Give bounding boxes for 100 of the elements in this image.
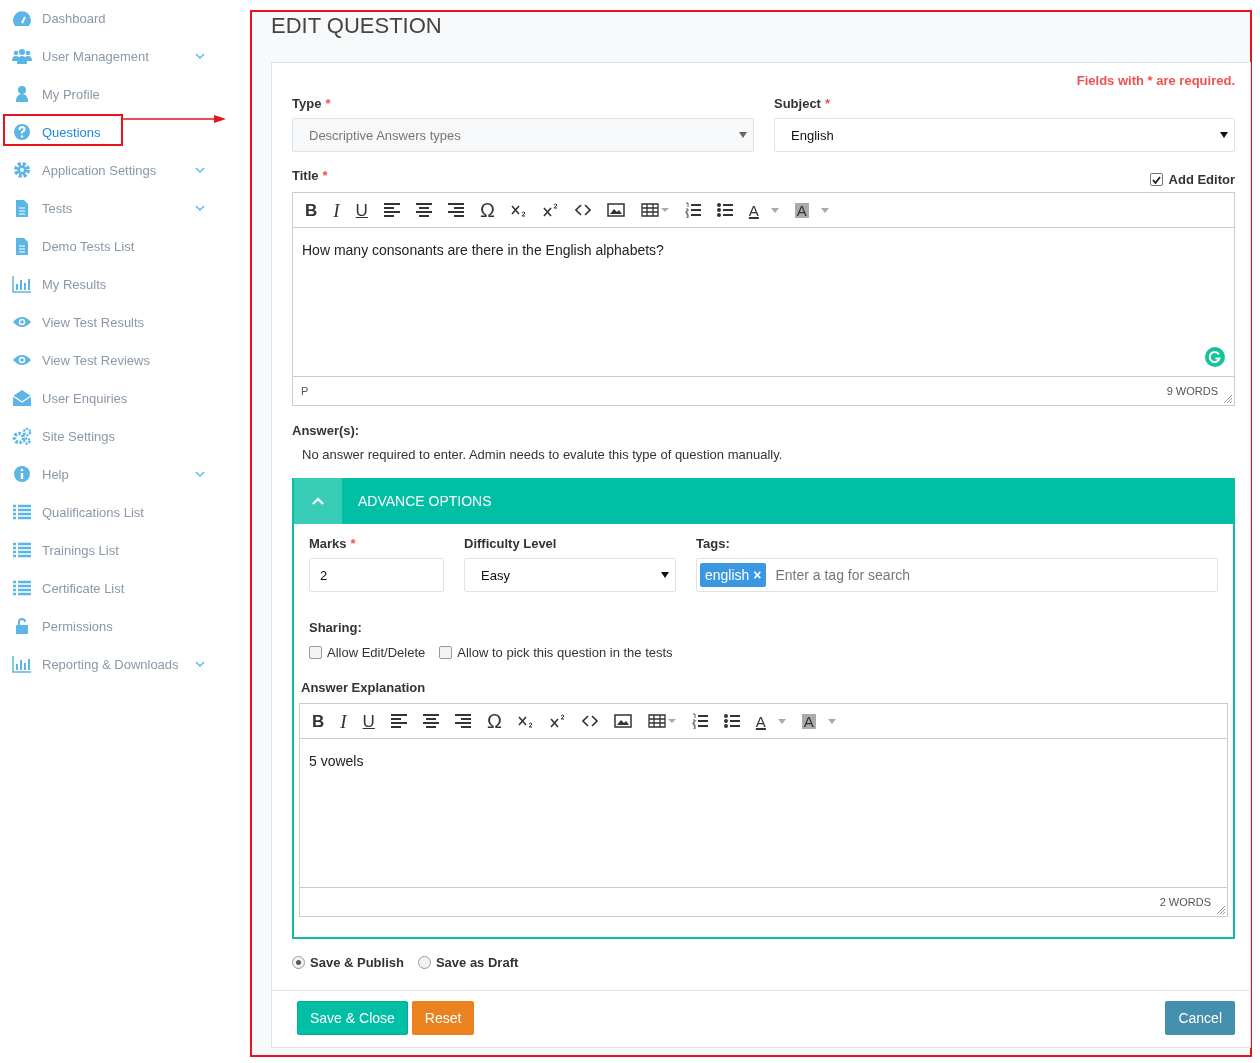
- italic-button[interactable]: I: [340, 711, 347, 731]
- checkbox[interactable]: [439, 646, 453, 659]
- bullet-list-icon[interactable]: [716, 202, 733, 218]
- align-left-icon[interactable]: [390, 714, 407, 728]
- bold-button[interactable]: B: [312, 712, 325, 730]
- chart-icon: [12, 275, 32, 293]
- sidebar-item[interactable]: Questions: [0, 113, 250, 151]
- sidebar-item[interactable]: User Enquiries: [0, 379, 250, 417]
- sidebar-item[interactable]: Qualifications List: [0, 493, 250, 531]
- background-color-button[interactable]: A: [794, 202, 809, 218]
- table-icon[interactable]: [647, 714, 676, 728]
- resize-handle-icon[interactable]: [1217, 906, 1225, 914]
- superscript-icon[interactable]: [542, 203, 559, 217]
- list-icon: [12, 503, 32, 521]
- required-mark: *: [350, 536, 356, 551]
- envelope-icon: [12, 389, 32, 407]
- sidebar-item[interactable]: View Test Reviews: [0, 341, 250, 379]
- sidebar-item[interactable]: My Results: [0, 265, 250, 303]
- dropdown-caret-icon: [739, 132, 747, 138]
- reset-button[interactable]: Reset: [411, 1001, 475, 1035]
- required-note: Fields with * are required.: [1075, 73, 1235, 88]
- info-icon: [12, 465, 32, 483]
- radio-button[interactable]: [417, 956, 431, 969]
- code-icon[interactable]: [581, 715, 598, 727]
- italic-button[interactable]: I: [333, 200, 340, 220]
- field-label: Type: [292, 96, 322, 111]
- underline-button[interactable]: U: [355, 201, 368, 219]
- align-right-icon[interactable]: [447, 203, 464, 217]
- chevron-down-icon: [195, 53, 205, 59]
- sidebar-item[interactable]: Help: [0, 455, 250, 493]
- field-label: Marks: [309, 536, 347, 551]
- answer-note: No answer required to enter. Admin needs to evalute this type of question manually.: [302, 447, 784, 462]
- required-mark: *: [824, 96, 831, 111]
- chevron-down-icon: [195, 471, 205, 477]
- cancel-button[interactable]: Cancel: [1165, 1001, 1235, 1035]
- bullet-list-icon[interactable]: [723, 713, 740, 729]
- radio-label: Save as Draft: [435, 955, 519, 970]
- sidebar-item[interactable]: Demo Tests List: [0, 227, 250, 265]
- special-character-button[interactable]: Ω: [479, 200, 495, 220]
- text-color-button[interactable]: A: [748, 202, 759, 218]
- subscript-icon[interactable]: [510, 203, 527, 217]
- sidebar-item[interactable]: View Test Results: [0, 303, 250, 341]
- numbered-list-icon[interactable]: [684, 202, 701, 218]
- editor-text: How many consonants are there in the English alphabets?: [302, 242, 664, 258]
- field-label: Answer Explanation: [301, 680, 427, 695]
- marks-input[interactable]: 2: [309, 558, 444, 592]
- radio-button[interactable]: [292, 956, 305, 969]
- image-icon[interactable]: [606, 203, 625, 217]
- sidebar-item[interactable]: User Management: [0, 37, 250, 75]
- chevron-down-icon: [195, 205, 205, 211]
- text-color-button[interactable]: A: [755, 713, 766, 729]
- subject-select[interactable]: English: [774, 118, 1235, 152]
- code-icon[interactable]: [574, 204, 591, 216]
- gears-icon: [12, 427, 32, 445]
- image-icon[interactable]: [613, 714, 632, 728]
- sidebar-item[interactable]: Certificate List: [0, 569, 250, 607]
- save-button[interactable]: Save & Close: [297, 1001, 408, 1035]
- required-mark: *: [325, 96, 331, 111]
- numbered-list-icon[interactable]: [691, 713, 708, 729]
- superscript-icon[interactable]: [549, 714, 566, 728]
- list-icon: [12, 579, 32, 597]
- tags-field[interactable]: english × Enter a tag for search: [696, 558, 1218, 592]
- align-right-icon[interactable]: [454, 714, 471, 728]
- field-label: Subject: [774, 96, 821, 111]
- sidebar-item[interactable]: Permissions: [0, 607, 250, 645]
- rich-text-editor[interactable]: B I U Ω A A 5 vowels 2 WORDS: [299, 703, 1228, 917]
- checkbox-label: Add Editor: [1168, 172, 1235, 187]
- align-left-icon[interactable]: [383, 203, 400, 217]
- section-label: Answer(s):: [292, 423, 361, 438]
- sidebar-item[interactable]: Reporting & Downloads: [0, 645, 250, 683]
- resize-handle-icon[interactable]: [1224, 395, 1232, 403]
- required-mark: *: [322, 168, 328, 183]
- checkbox[interactable]: [309, 646, 322, 659]
- element-path: P: [301, 385, 309, 397]
- underline-button[interactable]: U: [362, 712, 375, 730]
- subscript-icon[interactable]: [517, 714, 534, 728]
- sidebar-item[interactable]: Tests: [0, 189, 250, 227]
- rich-text-editor[interactable]: B I U Ω A A How many consonants are there in the English alphabets? P 9 WORDS: [292, 192, 1235, 406]
- sidebar-item[interactable]: Trainings List: [0, 531, 250, 569]
- page-title: EDIT QUESTION: [271, 14, 443, 40]
- background-color-button[interactable]: A: [801, 713, 816, 729]
- align-center-icon[interactable]: [415, 203, 432, 217]
- radio-label: Save & Publish: [310, 955, 404, 970]
- align-center-icon[interactable]: [422, 714, 439, 728]
- grammar-checker-icon[interactable]: [1204, 346, 1226, 368]
- word-count: 2 WORDS: [1159, 896, 1211, 908]
- difficulty-select[interactable]: Easy: [464, 558, 676, 592]
- sidebar-item[interactable]: My Profile: [0, 75, 250, 113]
- sidebar-item[interactable]: Application Settings: [0, 151, 250, 189]
- field-label: Tags:: [696, 536, 730, 551]
- checkbox[interactable]: [1149, 173, 1163, 186]
- table-icon[interactable]: [640, 203, 669, 217]
- word-count: 9 WORDS: [1166, 385, 1218, 397]
- chevron-down-icon: [195, 661, 205, 667]
- special-character-button[interactable]: Ω: [486, 711, 502, 731]
- sidebar-item[interactable]: Site Settings: [0, 417, 250, 455]
- sidebar-item[interactable]: Dashboard: [0, 0, 250, 37]
- dropdown-caret-icon: [1220, 132, 1228, 138]
- gear-icon: [12, 161, 32, 179]
- bold-button[interactable]: B: [305, 201, 318, 219]
